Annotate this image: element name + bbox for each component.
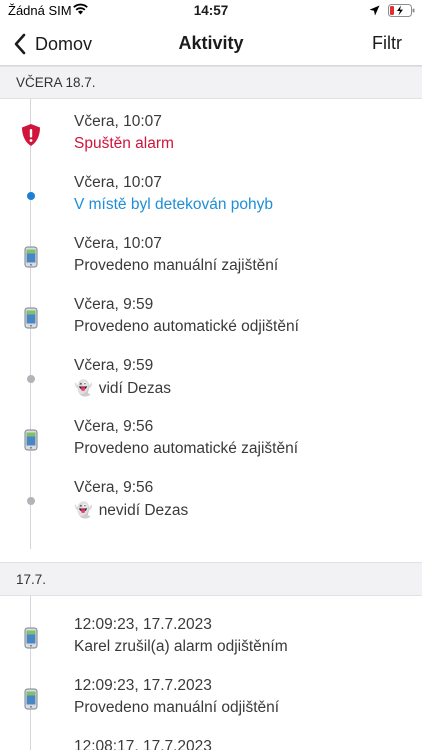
shield-alert-icon <box>20 123 42 147</box>
activity-item[interactable]: 12:09:23, 17.7.2023 Provedeno manuální o… <box>0 667 422 728</box>
activity-item[interactable]: Včera, 10:07 Provedeno manuální zajištěn… <box>0 225 422 286</box>
activity-description: Provedeno manuální zajištění <box>74 257 279 274</box>
activity-item[interactable]: 12:08:17, 17.7.2023 <box>0 728 422 750</box>
activity-item[interactable]: 12:09:23, 17.7.2023 Karel zrušil(a) alar… <box>0 606 422 667</box>
activity-item[interactable]: Včera, 9:59 Provedeno automatické odjišt… <box>0 286 422 347</box>
activity-description: 👻 nevidí Dezas <box>74 501 188 520</box>
phone-icon <box>20 626 42 650</box>
navigation-bar: Domov Aktivity Filtr <box>0 22 422 66</box>
clock: 14:57 <box>193 3 229 18</box>
activity-time: Včera, 9:56 <box>74 479 154 496</box>
activity-time: Včera, 10:07 <box>74 113 162 130</box>
activity-description: V místě byl detekován pohyb <box>74 196 274 213</box>
activity-time: Včera, 10:07 <box>74 235 162 252</box>
activity-item[interactable]: Včera, 10:07 V místě byl detekován pohyb <box>0 164 422 225</box>
ghost-icon: 👻 <box>74 380 93 397</box>
blue-dot-icon <box>20 184 42 208</box>
activity-time: Včera, 10:07 <box>74 174 162 191</box>
activity-item[interactable]: Včera, 9:56 Provedeno automatické zajišt… <box>0 408 422 469</box>
activity-time: 12:09:23, 17.7.2023 <box>74 616 212 633</box>
activity-description: Spuštěn alarm <box>74 135 174 152</box>
section-header-date: 17.7. <box>0 562 422 596</box>
activity-item[interactable]: Včera, 9:59 👻 vidí Dezas <box>0 347 422 408</box>
filter-button[interactable]: Filtr <box>372 33 402 54</box>
location-arrow-icon <box>369 4 380 19</box>
battery-charging-icon <box>388 4 416 20</box>
phone-icon <box>20 687 42 711</box>
activity-description: Provedeno automatické odjištění <box>74 318 299 335</box>
activity-description-text: vidí Dezas <box>98 380 172 397</box>
activity-item[interactable]: Včera, 10:07 Spuštěn alarm <box>0 103 422 164</box>
activity-description: Provedeno automatické zajištění <box>74 440 299 457</box>
activity-time: Včera, 9:56 <box>74 418 154 435</box>
page-title: Aktivity <box>178 33 244 53</box>
activity-description: Karel zrušil(a) alarm odjištěním <box>74 638 288 655</box>
activity-time: 12:09:23, 17.7.2023 <box>74 677 212 694</box>
activity-description: 👻 vidí Dezas <box>74 379 171 398</box>
activity-time: Včera, 9:59 <box>74 357 154 374</box>
activity-description-text: nevidí Dezas <box>98 502 189 519</box>
status-bar: Žádná SIM 14:57 <box>0 0 422 22</box>
activity-time: 12:08:17, 17.7.2023 <box>74 738 212 750</box>
phone-icon <box>20 245 42 269</box>
gray-dot-icon <box>20 367 42 391</box>
section-header-yesterday: VČERA 18.7. <box>0 66 422 99</box>
activity-description: Provedeno manuální odjištění <box>74 699 280 716</box>
activity-time: Včera, 9:59 <box>74 296 154 313</box>
phone-icon <box>20 306 42 330</box>
activity-item[interactable]: Včera, 9:56 👻 nevidí Dezas <box>0 469 422 530</box>
ghost-icon: 👻 <box>74 502 93 519</box>
gray-dot-icon <box>20 489 42 513</box>
phone-icon <box>20 428 42 452</box>
